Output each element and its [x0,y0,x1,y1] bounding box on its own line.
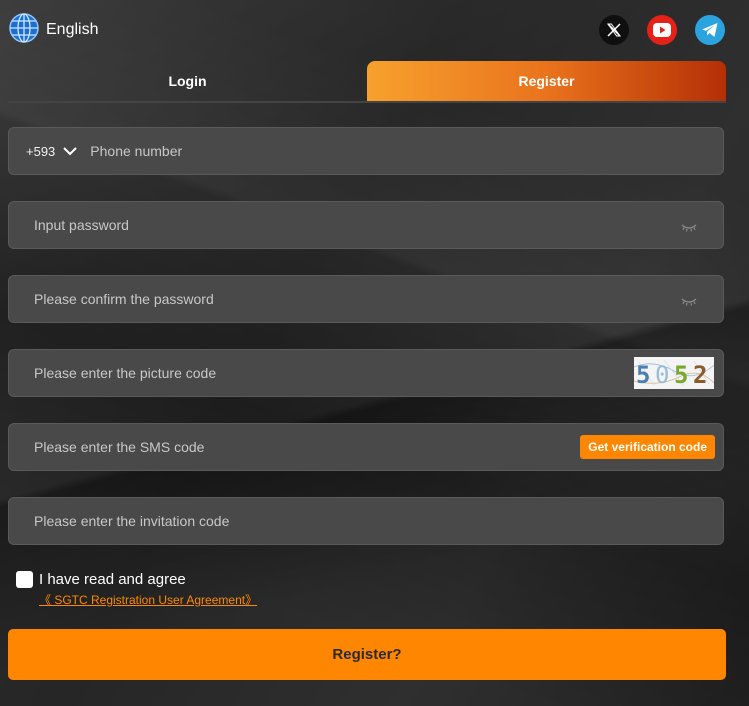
agreement-text: I have read and agree 《 SGTC Registratio… [39,570,257,608]
chevron-down-icon [63,144,78,159]
language-selector[interactable]: English [8,12,98,49]
eye-closed-icon[interactable] [681,294,697,306]
picture-code-field: 5 0 5 2 [8,349,724,397]
captcha-char: 5 [674,361,688,389]
invitation-code-field [8,497,724,545]
header: English [8,12,725,48]
phone-field: +593 [8,127,724,175]
captcha-image[interactable]: 5 0 5 2 [633,357,715,389]
invitation-code-input[interactable] [9,498,723,544]
captcha-char: 2 [693,361,707,389]
password-field [8,201,724,249]
sms-code-field: Get verification code [8,423,724,471]
language-label: English [46,21,99,38]
x-twitter-icon[interactable] [599,15,629,45]
phone-input[interactable] [77,128,723,174]
register-page: English Login Register +593 Phone number… [0,0,749,706]
agreement-row: I have read and agree 《 SGTC Registratio… [16,570,257,608]
globe-icon [8,12,40,49]
sms-code-input[interactable] [9,424,581,470]
get-verification-code-button[interactable]: Get verification code [580,435,715,459]
country-code-selector[interactable]: +593 [9,143,78,159]
social-links [599,15,725,45]
telegram-icon[interactable] [695,15,725,45]
password-input[interactable] [9,202,681,248]
confirm-password-input[interactable] [9,276,681,322]
user-agreement-link[interactable]: 《 SGTC Registration User Agreement》 [39,591,257,608]
register-button[interactable]: Register? [8,629,726,680]
agreement-checkbox[interactable] [16,571,33,588]
agreement-label: I have read and agree [39,571,186,588]
auth-tabs: Login Register [8,61,726,103]
confirm-password-field [8,275,724,323]
youtube-icon[interactable] [647,15,677,45]
tab-register[interactable]: Register [367,61,726,101]
country-code: +593 [26,143,56,159]
captcha-char: 0 [655,361,669,389]
tab-login[interactable]: Login [8,61,367,101]
picture-code-input[interactable] [9,350,634,396]
eye-closed-icon[interactable] [681,220,697,232]
captcha-char: 5 [636,361,650,389]
